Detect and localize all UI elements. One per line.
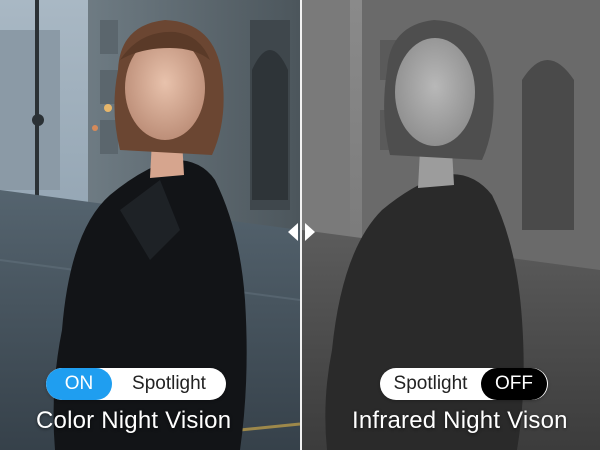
- color-night-vision-caption: Color Night Vision: [36, 407, 232, 434]
- toggle-off-indicator: OFF: [481, 368, 547, 400]
- chevron-right-icon: [305, 223, 315, 241]
- handle-arrows: [288, 223, 315, 241]
- chevron-left-icon: [288, 223, 298, 241]
- divider-drag-handle[interactable]: [283, 218, 319, 246]
- comparison-stage: ON Spotlight Color Night Vision Spotligh…: [0, 0, 600, 450]
- spotlight-label: Spotlight: [393, 373, 468, 394]
- spotlight-label: Spotlight: [132, 373, 206, 394]
- spotlight-toggle-off[interactable]: Spotlight OFF: [380, 368, 548, 400]
- toggle-on-indicator: ON: [46, 368, 112, 400]
- spotlight-toggle-on[interactable]: ON Spotlight: [46, 368, 226, 400]
- infrared-night-vision-caption: Infrared Night Vison: [352, 407, 568, 434]
